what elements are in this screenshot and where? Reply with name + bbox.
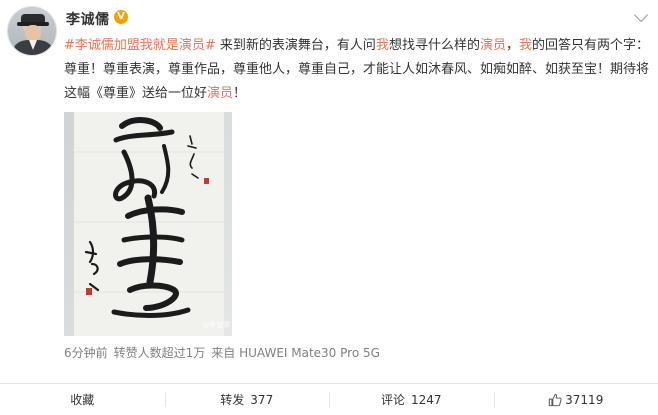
comment-label: 评论 <box>380 393 405 407</box>
thumbs-up-icon <box>548 393 562 406</box>
calligraphy-artwork <box>64 112 232 336</box>
post-text-highlight: 我 <box>519 38 533 53</box>
post-source: 来自 HUAWEI Mate30 Pro 5G <box>211 346 380 360</box>
username-link[interactable]: 李诚儒 <box>66 9 110 29</box>
action-bar: 收藏 转发 377 评论 1247 37119 <box>0 384 658 415</box>
post-text: #李诚儒加盟我就是演员# 来到新的表演舞台，有人问我想找寻什么样的演员，我的回答… <box>64 34 654 106</box>
image-watermark: @李诚儒 <box>202 321 230 329</box>
post-time-link[interactable]: 6分钟前 <box>64 346 108 360</box>
comment-button[interactable]: 评论 1247 <box>329 384 494 415</box>
favorite-label: 收藏 <box>70 393 95 407</box>
repost-count: 377 <box>250 392 274 407</box>
repost-label: 转发 <box>220 393 245 407</box>
comment-count: 1247 <box>410 392 442 407</box>
repost-button[interactable]: 转发 377 <box>164 384 330 415</box>
calligraphy-photo[interactable] <box>64 112 232 336</box>
post-meta: 6分钟前 转赞人数超过1万 来自 HUAWEI Mate30 Pro 5G <box>64 344 386 361</box>
avatar[interactable] <box>7 6 57 56</box>
verified-v-badge-icon: V <box>114 10 128 24</box>
post-text-segment: 来到新的表演舞台，有人问 <box>215 38 376 53</box>
chevron-down-icon[interactable] <box>633 7 649 23</box>
favorite-button[interactable]: 收藏 <box>0 384 165 415</box>
post-text-highlight: 演员 <box>479 38 506 53</box>
post-text-segment: ！ <box>233 86 247 101</box>
like-button[interactable]: 37119 <box>493 384 658 415</box>
post-text-highlight: 演员 <box>207 86 234 101</box>
post-text-segment: ， <box>505 38 519 53</box>
weibo-post-card: 李诚儒 V #李诚儒加盟我就是演员# 来到新的表演舞台，有人问我想找寻什么样的演… <box>0 0 658 415</box>
post-text-highlight: 我 <box>375 38 389 53</box>
like-count: 37119 <box>565 392 604 407</box>
repost-like-count-note: 转赞人数超过1万 <box>113 346 206 360</box>
post-text-segment: 想找寻什么样的 <box>388 38 480 53</box>
topic-tag-link[interactable]: #李诚儒加盟我就是演员# <box>64 38 216 53</box>
